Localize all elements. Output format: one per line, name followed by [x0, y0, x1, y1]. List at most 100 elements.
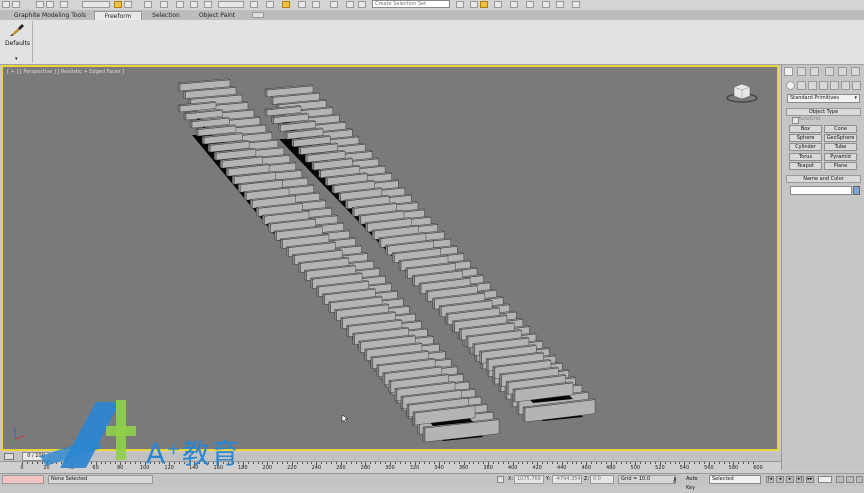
- layer-icon[interactable]: [456, 1, 464, 8]
- key-filter-dropdown[interactable]: Selected: [709, 475, 761, 484]
- prev-frame-icon[interactable]: ◂: [776, 476, 784, 483]
- trackbar-tick: [336, 462, 338, 464]
- redo-icon[interactable]: [12, 1, 20, 8]
- perspective-viewport[interactable]: [ + ] [ Perspective ] [ Realistic + Edge…: [1, 65, 779, 451]
- object-color-swatch[interactable]: [853, 186, 860, 195]
- move-icon[interactable]: [176, 1, 184, 8]
- render-icon[interactable]: [542, 1, 550, 8]
- current-frame-field[interactable]: [818, 476, 832, 483]
- x-coordinate-field[interactable]: 1075.769: [514, 475, 544, 484]
- chevron-down-icon[interactable]: ▾: [15, 56, 18, 62]
- trackbar-tick: [424, 462, 426, 464]
- helpers-icon[interactable]: [830, 81, 839, 90]
- shapes-icon[interactable]: [797, 81, 806, 90]
- key-icon[interactable]: ⚷: [672, 476, 677, 484]
- pyramid-button[interactable]: Pyramid: [824, 153, 857, 161]
- box-button[interactable]: Box: [789, 125, 822, 133]
- pivot-icon[interactable]: [250, 1, 258, 8]
- goto-end-icon[interactable]: ▸▸: [806, 476, 814, 483]
- bind-icon[interactable]: [60, 1, 68, 8]
- percent-snap-icon[interactable]: [298, 1, 306, 8]
- selection-status: None Selected: [48, 475, 153, 484]
- defaults-panel[interactable]: Defaults ▾: [3, 21, 33, 63]
- schematic-icon[interactable]: [480, 1, 488, 8]
- utilities-tab-icon[interactable]: [851, 67, 860, 76]
- render-setup-icon[interactable]: [510, 1, 518, 8]
- orbit-icon[interactable]: [856, 476, 863, 483]
- next-frame-icon[interactable]: ▸|: [796, 476, 804, 483]
- object-name-input[interactable]: [790, 186, 852, 195]
- render-frame-icon[interactable]: [526, 1, 534, 8]
- grid-size-display: Grid = 10.0: [618, 475, 676, 484]
- rect-select-icon[interactable]: [144, 1, 152, 8]
- tab-object-paint[interactable]: Object Paint: [194, 11, 240, 20]
- ribbon-options-icon[interactable]: [252, 12, 264, 18]
- trackbar-tick: [694, 462, 696, 464]
- named-selection-set-field[interactable]: Create Selection Set: [372, 0, 450, 8]
- systems-icon[interactable]: [852, 81, 861, 90]
- teapot-button[interactable]: Teapot: [789, 162, 822, 170]
- curve-editor-icon[interactable]: [470, 1, 478, 8]
- render-shot-icon[interactable]: [572, 1, 580, 8]
- tab-freeform[interactable]: Freeform: [94, 11, 142, 20]
- plane-button[interactable]: Plane: [824, 162, 857, 170]
- select-filter-icon[interactable]: [82, 1, 110, 8]
- object-type-rollout[interactable]: Object Type: [786, 108, 861, 116]
- scale-icon[interactable]: [204, 1, 212, 8]
- edit-named-sel-icon[interactable]: [330, 1, 338, 8]
- create-tab-icon[interactable]: [784, 67, 793, 76]
- sphere-button[interactable]: Sphere: [789, 134, 822, 142]
- align-icon[interactable]: [358, 1, 366, 8]
- motion-tab-icon[interactable]: [825, 67, 834, 76]
- cone-button[interactable]: Cone: [824, 125, 857, 133]
- trackbar-tick-label: 360: [458, 465, 469, 471]
- ref-coord-icon[interactable]: [218, 1, 244, 8]
- tab-graphite-modeling-tools[interactable]: Graphite Modeling Tools: [14, 11, 86, 20]
- cameras-icon[interactable]: [819, 81, 828, 90]
- select-object-icon[interactable]: [114, 1, 122, 8]
- geometry-icon[interactable]: [786, 81, 795, 90]
- mirror-icon[interactable]: [346, 1, 354, 8]
- viewcube-icon[interactable]: [725, 81, 759, 103]
- display-tab-icon[interactable]: [838, 67, 847, 76]
- chevron-down-icon: ▾: [854, 95, 857, 101]
- geosphere-button[interactable]: GeoSphere: [824, 134, 857, 142]
- snap-icon[interactable]: [266, 1, 274, 8]
- play-icon[interactable]: ▸: [786, 476, 794, 483]
- undo-icon[interactable]: [2, 1, 10, 8]
- rotate-icon[interactable]: [190, 1, 198, 8]
- unlink-icon[interactable]: [46, 1, 54, 8]
- goto-start-icon[interactable]: |◂: [766, 476, 774, 483]
- cylinder-button[interactable]: Cylinder: [789, 143, 822, 151]
- auto-key-button[interactable]: Auto Key: [686, 475, 708, 491]
- select-by-name-icon[interactable]: [124, 1, 132, 8]
- space-warps-icon[interactable]: [841, 81, 850, 90]
- trackbar-tick-label: 0: [20, 465, 24, 471]
- tube-button[interactable]: Tube: [824, 143, 857, 151]
- trackbar-tick: [596, 462, 598, 464]
- maxscript-listener[interactable]: [2, 475, 44, 484]
- hierarchy-tab-icon[interactable]: [810, 67, 819, 76]
- material-editor-icon[interactable]: [494, 1, 502, 8]
- mini-curve-editor-icon[interactable]: [4, 453, 14, 460]
- teapot-render-icon[interactable]: [556, 1, 564, 8]
- primitive-type-dropdown[interactable]: Standard Primitives ▾: [787, 94, 860, 103]
- trackbar-tick: [551, 462, 553, 464]
- name-and-color-rollout[interactable]: Name and Color: [786, 175, 861, 183]
- angle-snap-icon[interactable]: [282, 1, 290, 8]
- lights-icon[interactable]: [808, 81, 817, 90]
- trackbar-tick: [409, 462, 411, 464]
- modify-tab-icon[interactable]: [797, 67, 806, 76]
- pan-icon[interactable]: [846, 476, 854, 483]
- lock-selection-icon[interactable]: [497, 476, 504, 483]
- zoom-icon[interactable]: [836, 476, 844, 483]
- trackbar-tick: [301, 462, 303, 464]
- window-crossing-icon[interactable]: [160, 1, 168, 8]
- trackbar-tick: [497, 462, 499, 464]
- spinner-snap-icon[interactable]: [312, 1, 320, 8]
- tab-selection[interactable]: Selection: [146, 11, 186, 20]
- link-icon[interactable]: [36, 1, 44, 8]
- y-coordinate-field[interactable]: -4794.354: [552, 475, 582, 484]
- z-coordinate-field[interactable]: 0.0: [590, 475, 614, 484]
- torus-button[interactable]: Torus: [789, 153, 822, 161]
